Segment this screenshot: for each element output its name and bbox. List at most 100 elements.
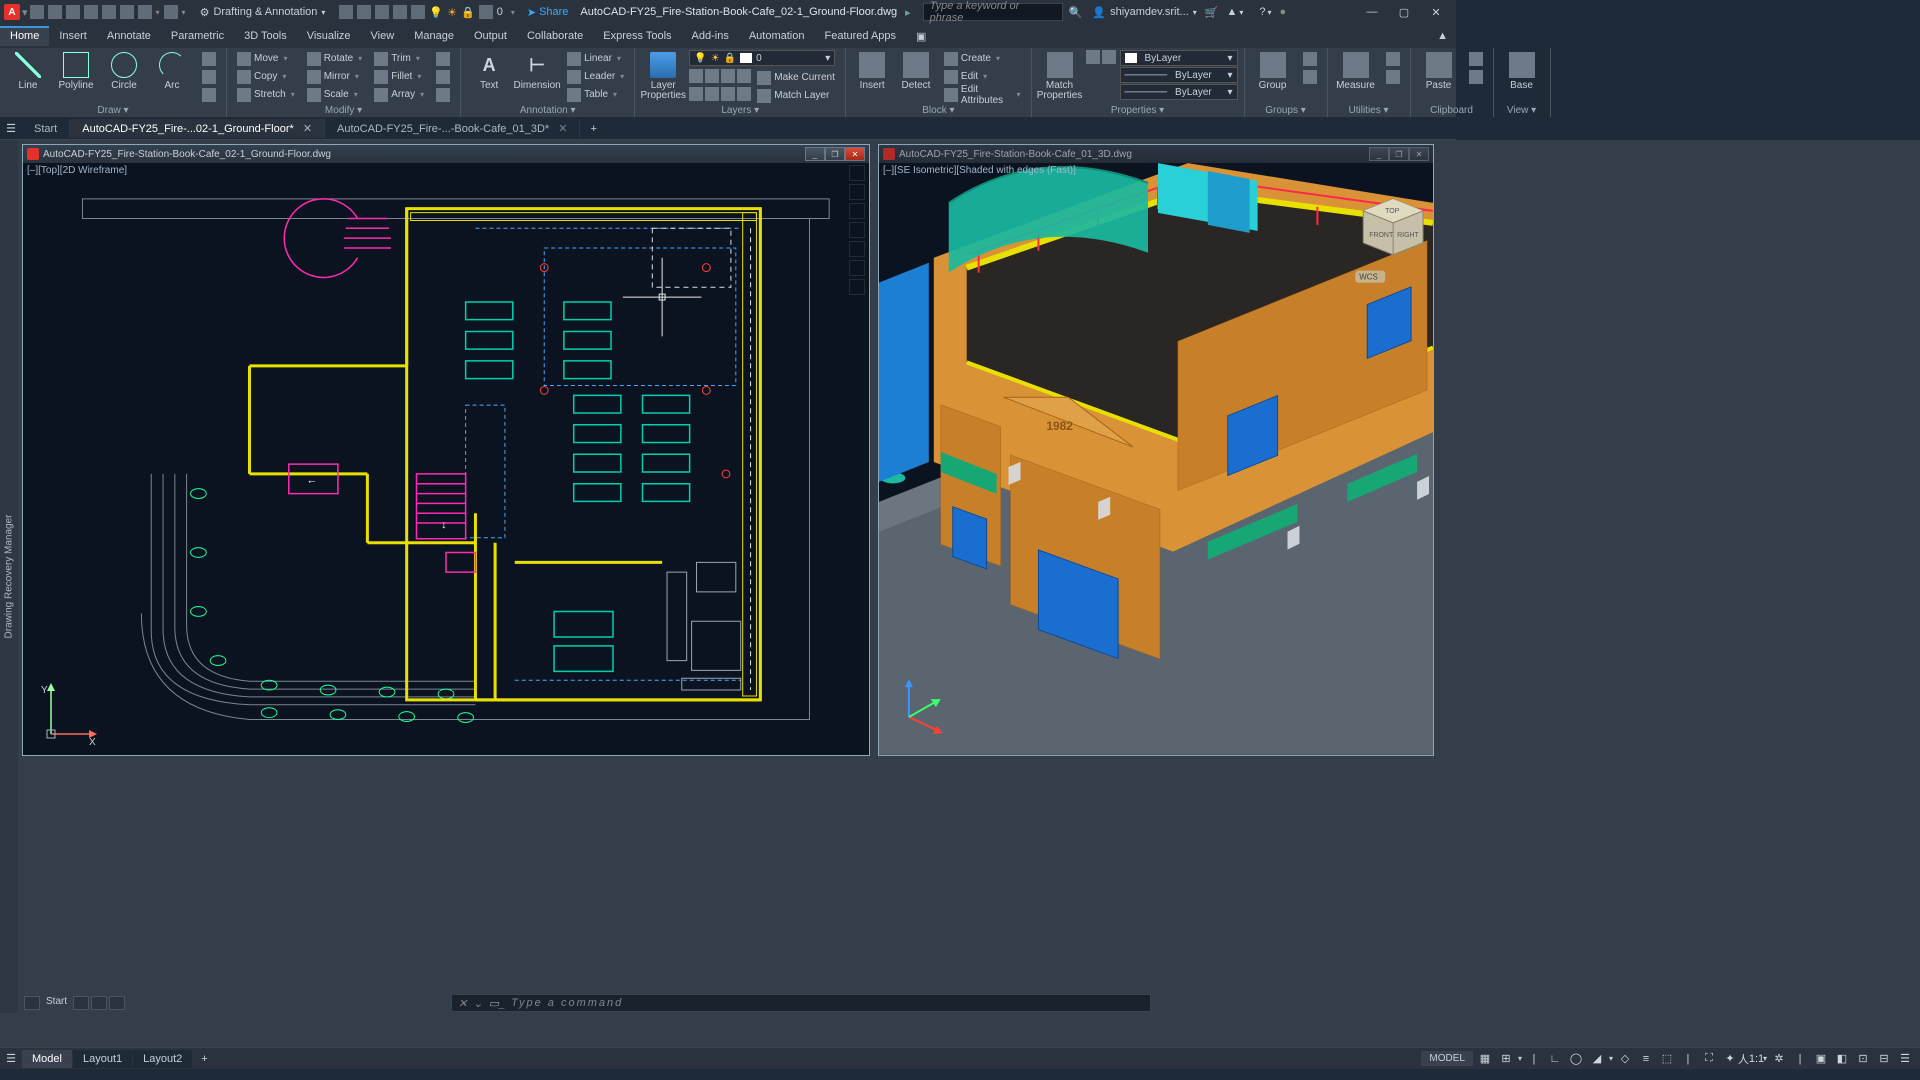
property-selector-0[interactable]: ByLayer▾: [1120, 50, 1238, 66]
linear-button[interactable]: Linear: [563, 50, 628, 67]
dimension-button[interactable]: ⊢Dimension: [515, 50, 559, 105]
qat-icon[interactable]: [393, 5, 407, 19]
win-minimize-button[interactable]: _: [1369, 147, 1389, 161]
viewport-3d[interactable]: [–][SE Isometric][Shaded with edges (Fas…: [879, 163, 1433, 755]
minimize-button[interactable]: —: [1356, 0, 1388, 24]
fillet-button[interactable]: Fillet: [370, 68, 428, 85]
ribbon-tab-insert[interactable]: Insert: [49, 26, 97, 46]
copy-button[interactable]: Copy: [233, 68, 299, 85]
make-current-button[interactable]: Make Current: [753, 69, 839, 86]
redo-icon[interactable]: [164, 5, 178, 19]
circle-button[interactable]: Circle: [102, 50, 146, 105]
gear-icon[interactable]: ✲: [1770, 1050, 1788, 1068]
property-selector-1[interactable]: ──────ByLayer▾: [1120, 67, 1238, 83]
array-button[interactable]: Array: [370, 86, 428, 103]
layout-tab-model[interactable]: Model: [22, 1050, 72, 1068]
snap-icon[interactable]: ⊞: [1497, 1050, 1515, 1068]
table-button[interactable]: Table: [563, 86, 628, 103]
qat-icon[interactable]: [479, 5, 493, 19]
text-button[interactable]: AText: [467, 50, 511, 105]
command-history[interactable]: Start: [24, 996, 125, 1010]
maximize-button[interactable]: ▢: [1388, 0, 1420, 24]
cv3-icon[interactable]: ⊡: [1854, 1050, 1872, 1068]
plot-icon[interactable]: [120, 5, 134, 19]
edit-button[interactable]: Edit: [940, 68, 1025, 85]
document-tab[interactable]: AutoCAD-FY25_Fire-...-Book-Cafe_01_3D* ✕: [325, 119, 580, 138]
leader-button[interactable]: Leader: [563, 68, 628, 85]
ann2-icon[interactable]: ✦: [1721, 1050, 1739, 1068]
trim-button[interactable]: Trim: [370, 50, 428, 67]
ribbon-tab-add-ins[interactable]: Add-ins: [682, 26, 739, 46]
qat-icon[interactable]: [375, 5, 389, 19]
start-tab[interactable]: Start: [22, 120, 70, 138]
scale-button[interactable]: 人1:1: [1742, 1050, 1760, 1068]
grid-icon[interactable]: ▦: [1476, 1050, 1494, 1068]
arc-button[interactable]: Arc: [150, 50, 194, 105]
apps-icon[interactable]: ▣: [906, 26, 936, 47]
move-button[interactable]: Move: [233, 50, 299, 67]
win-minimize-button[interactable]: _: [805, 147, 825, 161]
layer-selector[interactable]: 💡☀🔒0▾: [689, 50, 835, 66]
ribbon-tab-manage[interactable]: Manage: [404, 26, 464, 46]
win-restore-button[interactable]: ❐: [825, 147, 845, 161]
sun-icon[interactable]: ☀: [447, 6, 457, 19]
tpy-icon[interactable]: ⬚: [1658, 1050, 1676, 1068]
cart-icon[interactable]: 🛒: [1205, 6, 1219, 19]
viewport-2d[interactable]: [–][Top][2D Wireframe]: [23, 163, 869, 755]
win-close-button[interactable]: ✕: [845, 147, 865, 161]
menu-icon[interactable]: ☰: [0, 1052, 22, 1065]
open-icon[interactable]: [48, 5, 62, 19]
polyline-button[interactable]: Polyline: [54, 50, 98, 105]
ribbon-tab-annotate[interactable]: Annotate: [97, 26, 161, 46]
paste-button[interactable]: Paste: [1417, 50, 1461, 105]
undo-icon[interactable]: [138, 5, 152, 19]
ribbon-tab-view[interactable]: View: [361, 26, 405, 46]
ortho-icon[interactable]: ∟: [1546, 1050, 1564, 1068]
nav-bar[interactable]: [849, 165, 867, 295]
bullet-icon[interactable]: ●: [1280, 6, 1287, 18]
stretch-button[interactable]: Stretch: [233, 86, 299, 103]
menu-icon[interactable]: ☰: [0, 122, 22, 135]
add-tab-button[interactable]: +: [580, 123, 606, 135]
app-icon[interactable]: A: [4, 4, 20, 20]
ribbon-tab-visualize[interactable]: Visualize: [297, 26, 361, 46]
play-icon[interactable]: ▸: [905, 6, 911, 19]
qat-icon[interactable]: [339, 5, 353, 19]
ann-icon[interactable]: ⛶: [1700, 1050, 1718, 1068]
measure-button[interactable]: Measure: [1334, 50, 1378, 105]
property-selector-2[interactable]: ──────ByLayer▾: [1120, 84, 1238, 100]
osnap-icon[interactable]: ◇: [1616, 1050, 1634, 1068]
bulb-icon[interactable]: 💡: [429, 6, 443, 19]
cv4-icon[interactable]: ⊟: [1875, 1050, 1893, 1068]
base-button[interactable]: Base: [1500, 50, 1544, 105]
match-layer-button[interactable]: Match Layer: [753, 87, 833, 104]
layer-properties-button[interactable]: LayerProperties: [641, 50, 685, 105]
search-input[interactable]: Type a keyword or phrase: [923, 3, 1063, 21]
new-icon[interactable]: [30, 5, 44, 19]
ribbon-minimize-button[interactable]: ▲: [1429, 30, 1456, 42]
win-restore-button[interactable]: ❐: [1389, 147, 1409, 161]
recovery-panel-tab[interactable]: Drawing Recovery Manager: [0, 140, 18, 1013]
viewport-label[interactable]: [–][Top][2D Wireframe]: [27, 165, 127, 176]
share-button[interactable]: ➤ Share: [527, 6, 569, 19]
create-button[interactable]: Create: [940, 50, 1025, 67]
qat-icon[interactable]: [357, 5, 371, 19]
detect-button[interactable]: Detect: [896, 50, 936, 105]
win-close-button[interactable]: ✕: [1409, 147, 1429, 161]
lock-icon[interactable]: 🔒: [461, 6, 475, 19]
ribbon-tab-express-tools[interactable]: Express Tools: [593, 26, 681, 46]
ribbon-tab-parametric[interactable]: Parametric: [161, 26, 234, 46]
iso-icon[interactable]: ◢: [1588, 1050, 1606, 1068]
save-icon[interactable]: [66, 5, 80, 19]
layout-tab-layout2[interactable]: Layout2: [133, 1050, 192, 1068]
lwt-icon[interactable]: ≡: [1637, 1050, 1655, 1068]
user-menu[interactable]: 👤 shiyamdev.srit... ▾: [1092, 6, 1196, 19]
viewcube[interactable]: TOP FRONT RIGHT: [1363, 199, 1423, 255]
viewport-label[interactable]: [–][SE Isometric][Shaded with edges (Fas…: [883, 165, 1076, 176]
cv2-icon[interactable]: ◧: [1833, 1050, 1851, 1068]
ribbon-tab-featured-apps[interactable]: Featured Apps: [814, 26, 906, 46]
ribbon-tab-home[interactable]: Home: [0, 26, 49, 46]
qat-icon[interactable]: [411, 5, 425, 19]
close-button[interactable]: ✕: [1420, 0, 1452, 24]
model-button[interactable]: MODEL: [1421, 1051, 1473, 1066]
